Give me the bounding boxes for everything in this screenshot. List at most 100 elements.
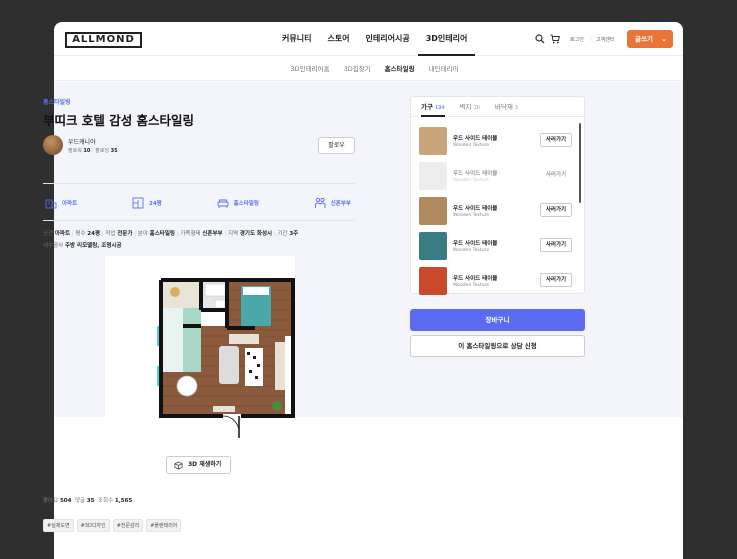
tag[interactable]: #실제도면 [43,519,74,532]
main-nav: 커뮤니티 스토어 인테리어시공 3D인테리어 [274,22,476,56]
spec-value: 3주 [289,231,299,237]
comments-label: 댓글 [74,498,86,504]
product-name: 우드 사이드 테이블 [453,136,498,142]
product-tabs: 가구 194 벽지 10 바닥재 3 [411,97,584,117]
floorplan-image [105,256,295,441]
product-thumbnail [419,197,447,225]
divider [43,183,355,184]
product-thumbnail [419,232,447,260]
sub-nav: 3D인테리어홈 3D집찾기 홈스타일링 내인테리어 [54,57,683,81]
product-name: 우드 사이드 테이블 [453,276,498,282]
list-item[interactable]: 우드 사이드 테이블 Wooden Texture 사러가기 [419,232,572,260]
top-bar: ALLMOND 커뮤니티 스토어 인테리어시공 3D인테리어 로그인 | 고객센… [54,22,683,56]
sofa-icon [217,199,229,208]
consult-button[interactable]: 이 홈스타일링으로 상담 신청 [410,335,585,357]
list-item[interactable]: 우드 사이드 테이블 Wooden Texture 사러가기 [419,267,572,295]
specs-line-2: 세부공사 주방 리모델링, 조명시공 [43,240,363,252]
likes-count: 504 [59,498,72,504]
nav-community[interactable]: 커뮤니티 [274,22,319,56]
info-item-space: 아파트 [45,192,77,214]
replay-3d-button[interactable]: 3D 재생하기 [166,456,231,474]
spec-key: 기간 [277,231,290,237]
nav-3d-interior[interactable]: 3D인테리어 [417,22,476,56]
info-item-family: 신혼부부 [314,192,351,214]
spec-key: 지역 [227,231,240,237]
spec-key: 세부공사 [43,243,64,249]
info-icons: 아파트 24평 홈스타일링 신혼부부 [43,192,355,214]
product-brand: Wooden Texture [453,213,490,218]
info-item-size: 24평 [132,192,162,214]
logo[interactable]: ALLMOND [65,32,142,48]
nav-store[interactable]: 스토어 [319,22,357,56]
info-size-label: 24평 [149,201,162,207]
spec-value: 24평 [87,231,101,237]
post-title: 부띠크 호텔 감성 홈스타일링 [43,113,195,128]
buy-button[interactable]: 사러가기 [540,133,572,147]
login-link[interactable]: 로그인 [570,36,584,43]
product-thumbnail [419,162,447,190]
product-thumbnail [419,267,447,295]
tab-label: 벽지 [459,103,472,111]
subnav-3d-home[interactable]: 3D인테리어홈 [291,57,330,81]
spec-value: 신혼부부 [202,231,223,237]
post-category[interactable]: 홈스타일링 [43,97,71,106]
post-stats: 좋아요 504 댓글 35 조회수 1,565 [43,496,132,504]
tab-furniture[interactable]: 가구 194 [421,97,445,117]
search-icon[interactable] [535,34,545,44]
replay-3d-label: 3D 재생하기 [188,461,222,468]
info-item-field: 홈스타일링 [217,192,259,214]
cart-button[interactable]: 장바구니 [410,309,585,331]
tab-label: 바닥재 [494,103,513,111]
buy-button[interactable]: 사러가기 [540,203,572,217]
spec-key: 평수 [75,231,88,237]
avatar[interactable] [43,135,63,155]
spec-value: 전문가 [117,231,133,237]
couple-icon [314,197,326,208]
list-item[interactable]: 우드 사이드 테이블 Wooden Texture 사러가기 [419,127,572,155]
product-name: 우드 사이드 테이블 [453,206,498,212]
tag[interactable]: #전문감리 [112,519,144,532]
product-name: 우드 사이드 테이블 [453,241,498,247]
author-stats: 팔로워 10 | 팔로잉 35 [68,148,118,154]
post-specs: 공간 아파트 | 평수 24평 | 작업 전문가 | 분야 홈스타일링 | 가족… [43,228,363,252]
list-item[interactable]: 우드 사이드 테이블 Wooden Texture 사러가기 [419,162,572,190]
product-thumbnail [419,127,447,155]
buy-button[interactable]: 사러가기 [540,273,572,287]
author-name[interactable]: 우드캐니아 [68,137,96,146]
views-label: 조회수 [97,498,114,504]
tab-flooring[interactable]: 바닥재 3 [495,97,518,117]
cube-icon [174,461,183,470]
tab-count: 10 [473,105,480,111]
buy-button[interactable]: 사러가기 [540,238,572,252]
building-icon [45,199,57,209]
spec-key: 분야 [137,231,150,237]
chevron-down-icon: ⌄ [661,35,667,43]
tab-count: 194 [434,105,445,111]
support-link[interactable]: 고객센터 [596,36,614,43]
nav-interior-construction[interactable]: 인테리어시공 [358,22,418,56]
follow-button[interactable]: 팔로우 [318,137,355,154]
product-brand: Wooden Texture [453,143,490,148]
specs-line-1: 공간 아파트 | 평수 24평 | 작업 전문가 | 분야 홈스타일링 | 가족… [43,228,363,240]
subnav-my-interior[interactable]: 내인테리어 [429,57,459,81]
product-panel: 가구 194 벽지 10 바닥재 3 우드 사이드 테이블 Wooden Textur… [410,96,585,295]
subnav-home-styling[interactable]: 홈스타일링 [385,57,415,81]
spec-value: 주방 리모델링, 조명시공 [65,243,122,249]
product-brand: Wooden Texture [453,248,490,253]
tag-list: #실제도면 #3D디자인 #전문감리 #플랜테리어 [43,519,182,532]
subnav-3d-house-search[interactable]: 3D집찾기 [344,57,371,81]
product-brand: Wooden Texture [453,178,490,183]
following-label: 팔로잉 [95,148,110,154]
list-item[interactable]: 우드 사이드 테이블 Wooden Texture 사러가기 [419,197,572,225]
info-family-label: 신혼부부 [330,201,351,207]
tab-wallpaper[interactable]: 벽지 10 [460,97,480,117]
spec-value: 아파트 [54,231,71,237]
write-button[interactable]: 글쓰기 ⌄ [627,30,673,48]
spec-value: 홈스타일링 [149,231,175,237]
separator: | [590,36,592,42]
tag[interactable]: #3D디자인 [76,519,110,532]
scrollbar[interactable] [579,123,581,203]
cart-icon[interactable] [550,34,560,44]
tag[interactable]: #플랜테리어 [146,519,182,532]
buy-button[interactable]: 사러가기 [540,168,572,182]
